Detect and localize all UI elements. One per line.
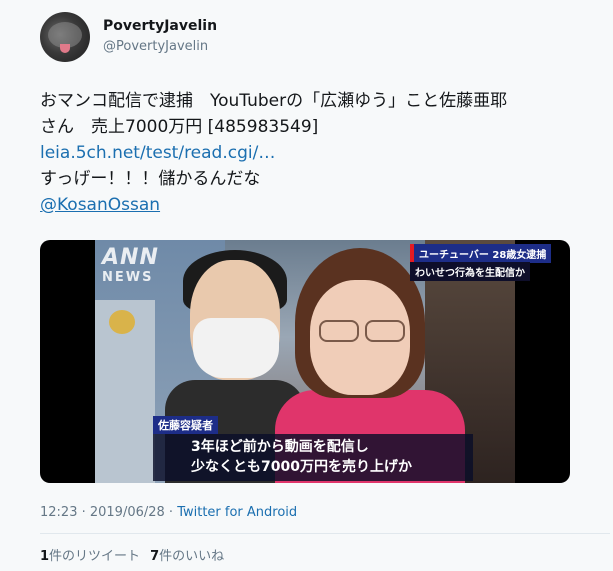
tweet-source[interactable]: Twitter for Android	[177, 505, 297, 520]
subtitle-line-1: 3年ほど前から動画を配信し	[191, 439, 369, 455]
retweets-stat[interactable]: 1件のリツイート	[40, 549, 140, 564]
police-badge	[109, 310, 135, 334]
news-caption-subheadline: わいせつ行為を生配信か	[410, 262, 530, 281]
likes-stat[interactable]: 7件のいいね	[150, 549, 224, 564]
tweet-line-4: すっげー！！！儲かるんだな	[40, 169, 261, 189]
subtitle-line-2: 少なくとも7000万円を売り上げか	[191, 459, 412, 475]
ann-logo-bottom: NEWS	[102, 270, 154, 285]
avatar[interactable]	[40, 12, 90, 62]
tweet-text: おマンコ配信で逮捕 YouTuberの「広瀬ゆう」こと佐藤亜耶 さん 売上700…	[40, 88, 600, 218]
ann-news-logo: ANN NEWS	[102, 246, 182, 288]
retweets-count: 1	[40, 549, 50, 564]
author-name[interactable]: PovertyJavelin	[103, 18, 217, 34]
avatar-tongue	[60, 44, 70, 53]
likes-label: 件のいいね	[159, 549, 225, 564]
tweet-line-1: おマンコ配信で逮捕 YouTuberの「広瀬ゆう」こと佐藤亜耶	[40, 91, 508, 111]
face-mask	[193, 318, 279, 378]
retweets-label: 件のリツイート	[49, 549, 141, 564]
tweet-mention[interactable]: @KosanOssan	[40, 195, 160, 215]
speaker-label: 佐藤容疑者	[153, 416, 218, 434]
divider	[40, 533, 610, 534]
tweet-stats: 1件のリツイート 7件のいいね	[40, 545, 224, 564]
tweet-timestamp[interactable]: 12:23 · 2019/06/28 ·	[40, 505, 177, 520]
news-subtitle: 3年ほど前から動画を配信し 少なくとも7000万円を売り上げか	[153, 434, 473, 481]
tweet-meta: 12:23 · 2019/06/28 · Twitter for Android	[40, 505, 297, 520]
likes-count: 7	[150, 549, 160, 564]
tweet-line-2: さん 売上7000万円 [485983549]	[40, 117, 319, 137]
tweet-media-image[interactable]: ANN NEWS ユーチューバー 28歳女逮捕 わいせつ行為を生配信か 佐藤容疑…	[40, 240, 570, 483]
glasses	[315, 320, 407, 342]
ann-logo-top: ANN	[102, 245, 159, 270]
author-handle[interactable]: @PovertyJavelin	[103, 39, 208, 54]
tweet-link[interactable]: leia.5ch.net/test/read.cgi/…	[40, 143, 275, 163]
news-caption-headline: ユーチューバー 28歳女逮捕	[410, 244, 552, 263]
